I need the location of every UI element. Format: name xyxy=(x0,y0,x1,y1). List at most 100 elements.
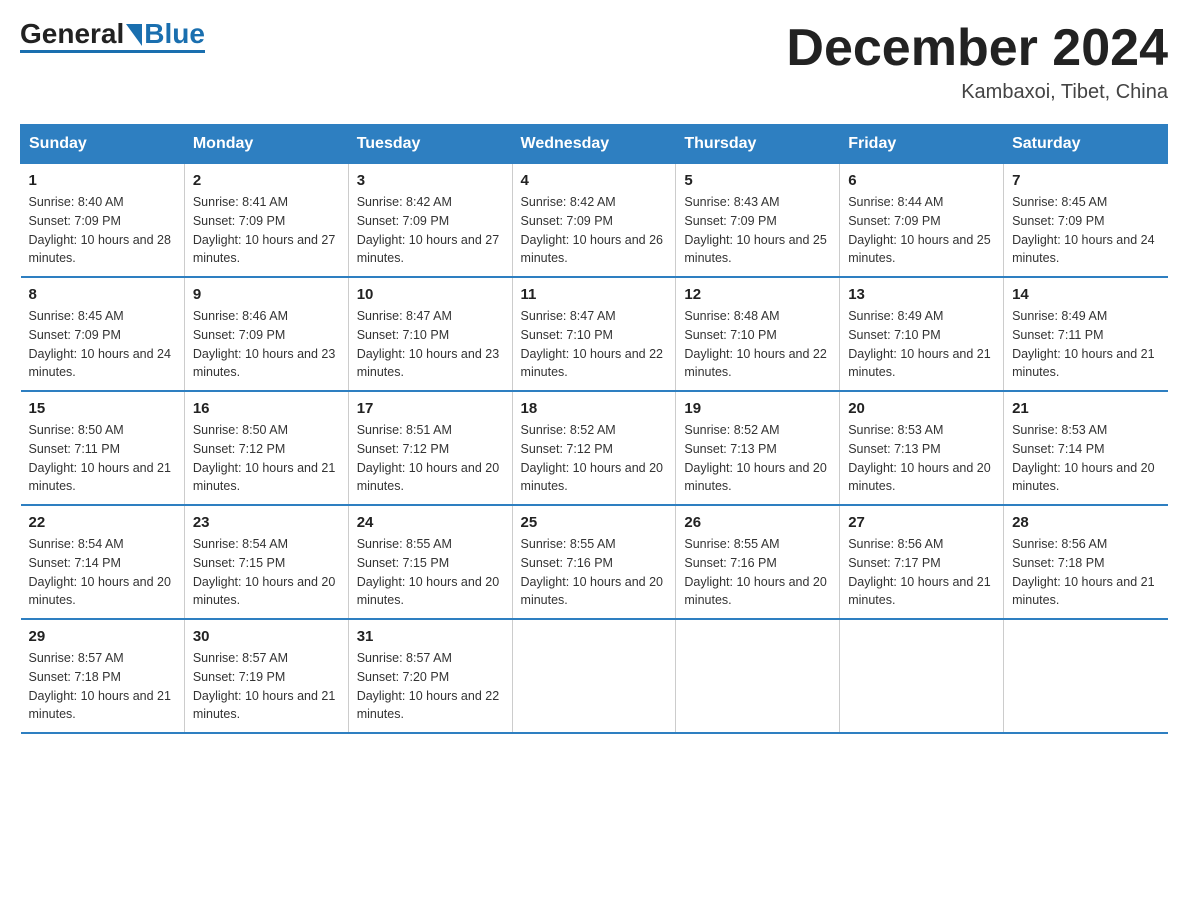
day-info: Sunrise: 8:50 AM Sunset: 7:12 PM Dayligh… xyxy=(193,421,340,496)
day-number: 24 xyxy=(357,514,504,531)
page-header: General Blue December 2024 Kambaxoi, Tib… xyxy=(20,20,1168,104)
day-info: Sunrise: 8:45 AM Sunset: 7:09 PM Dayligh… xyxy=(29,307,176,382)
day-number: 13 xyxy=(848,286,995,303)
day-number: 18 xyxy=(521,400,668,417)
calendar-cell: 21 Sunrise: 8:53 AM Sunset: 7:14 PM Dayl… xyxy=(1004,391,1168,505)
calendar-cell: 28 Sunrise: 8:56 AM Sunset: 7:18 PM Dayl… xyxy=(1004,505,1168,619)
day-number: 15 xyxy=(29,400,176,417)
calendar-cell: 26 Sunrise: 8:55 AM Sunset: 7:16 PM Dayl… xyxy=(676,505,840,619)
calendar-cell: 11 Sunrise: 8:47 AM Sunset: 7:10 PM Dayl… xyxy=(512,277,676,391)
day-number: 29 xyxy=(29,628,176,645)
day-number: 6 xyxy=(848,172,995,189)
day-info: Sunrise: 8:55 AM Sunset: 7:16 PM Dayligh… xyxy=(684,535,831,610)
logo-blue-text: Blue xyxy=(144,20,205,48)
day-info: Sunrise: 8:55 AM Sunset: 7:15 PM Dayligh… xyxy=(357,535,504,610)
day-number: 1 xyxy=(29,172,176,189)
logo: General Blue xyxy=(20,20,205,53)
calendar-cell: 24 Sunrise: 8:55 AM Sunset: 7:15 PM Dayl… xyxy=(348,505,512,619)
calendar-header: Sunday Monday Tuesday Wednesday Thursday… xyxy=(21,125,1168,164)
calendar-cell: 14 Sunrise: 8:49 AM Sunset: 7:11 PM Dayl… xyxy=(1004,277,1168,391)
header-sunday: Sunday xyxy=(21,125,185,164)
calendar-cell: 22 Sunrise: 8:54 AM Sunset: 7:14 PM Dayl… xyxy=(21,505,185,619)
calendar-table: Sunday Monday Tuesday Wednesday Thursday… xyxy=(20,124,1168,734)
calendar-cell: 2 Sunrise: 8:41 AM Sunset: 7:09 PM Dayli… xyxy=(184,164,348,278)
day-info: Sunrise: 8:48 AM Sunset: 7:10 PM Dayligh… xyxy=(684,307,831,382)
day-info: Sunrise: 8:45 AM Sunset: 7:09 PM Dayligh… xyxy=(1012,193,1159,268)
day-number: 12 xyxy=(684,286,831,303)
day-info: Sunrise: 8:44 AM Sunset: 7:09 PM Dayligh… xyxy=(848,193,995,268)
calendar-cell: 3 Sunrise: 8:42 AM Sunset: 7:09 PM Dayli… xyxy=(348,164,512,278)
day-info: Sunrise: 8:53 AM Sunset: 7:13 PM Dayligh… xyxy=(848,421,995,496)
location-text: Kambaxoi, Tibet, China xyxy=(786,81,1168,104)
calendar-cell: 13 Sunrise: 8:49 AM Sunset: 7:10 PM Dayl… xyxy=(840,277,1004,391)
calendar-cell: 25 Sunrise: 8:55 AM Sunset: 7:16 PM Dayl… xyxy=(512,505,676,619)
calendar-cell xyxy=(840,619,1004,733)
logo-general-text: General xyxy=(20,20,124,48)
calendar-cell xyxy=(512,619,676,733)
day-info: Sunrise: 8:42 AM Sunset: 7:09 PM Dayligh… xyxy=(357,193,504,268)
day-number: 5 xyxy=(684,172,831,189)
calendar-cell: 12 Sunrise: 8:48 AM Sunset: 7:10 PM Dayl… xyxy=(676,277,840,391)
calendar-week-4: 22 Sunrise: 8:54 AM Sunset: 7:14 PM Dayl… xyxy=(21,505,1168,619)
day-number: 17 xyxy=(357,400,504,417)
calendar-cell xyxy=(1004,619,1168,733)
day-number: 7 xyxy=(1012,172,1159,189)
day-number: 2 xyxy=(193,172,340,189)
day-number: 23 xyxy=(193,514,340,531)
logo-triangle-icon xyxy=(126,24,142,46)
calendar-cell: 9 Sunrise: 8:46 AM Sunset: 7:09 PM Dayli… xyxy=(184,277,348,391)
header-monday: Monday xyxy=(184,125,348,164)
day-number: 28 xyxy=(1012,514,1159,531)
calendar-cell: 18 Sunrise: 8:52 AM Sunset: 7:12 PM Dayl… xyxy=(512,391,676,505)
calendar-cell: 6 Sunrise: 8:44 AM Sunset: 7:09 PM Dayli… xyxy=(840,164,1004,278)
day-number: 14 xyxy=(1012,286,1159,303)
day-number: 20 xyxy=(848,400,995,417)
day-info: Sunrise: 8:54 AM Sunset: 7:14 PM Dayligh… xyxy=(29,535,176,610)
day-number: 30 xyxy=(193,628,340,645)
day-number: 31 xyxy=(357,628,504,645)
day-info: Sunrise: 8:40 AM Sunset: 7:09 PM Dayligh… xyxy=(29,193,176,268)
day-number: 4 xyxy=(521,172,668,189)
day-info: Sunrise: 8:50 AM Sunset: 7:11 PM Dayligh… xyxy=(29,421,176,496)
day-info: Sunrise: 8:49 AM Sunset: 7:11 PM Dayligh… xyxy=(1012,307,1159,382)
day-number: 16 xyxy=(193,400,340,417)
title-section: December 2024 Kambaxoi, Tibet, China xyxy=(786,20,1168,104)
day-info: Sunrise: 8:56 AM Sunset: 7:18 PM Dayligh… xyxy=(1012,535,1159,610)
calendar-week-5: 29 Sunrise: 8:57 AM Sunset: 7:18 PM Dayl… xyxy=(21,619,1168,733)
day-number: 19 xyxy=(684,400,831,417)
calendar-cell: 19 Sunrise: 8:52 AM Sunset: 7:13 PM Dayl… xyxy=(676,391,840,505)
header-wednesday: Wednesday xyxy=(512,125,676,164)
header-saturday: Saturday xyxy=(1004,125,1168,164)
day-number: 27 xyxy=(848,514,995,531)
header-thursday: Thursday xyxy=(676,125,840,164)
calendar-week-1: 1 Sunrise: 8:40 AM Sunset: 7:09 PM Dayli… xyxy=(21,164,1168,278)
day-info: Sunrise: 8:57 AM Sunset: 7:19 PM Dayligh… xyxy=(193,649,340,724)
calendar-week-3: 15 Sunrise: 8:50 AM Sunset: 7:11 PM Dayl… xyxy=(21,391,1168,505)
weekday-header-row: Sunday Monday Tuesday Wednesday Thursday… xyxy=(21,125,1168,164)
day-number: 21 xyxy=(1012,400,1159,417)
day-info: Sunrise: 8:57 AM Sunset: 7:20 PM Dayligh… xyxy=(357,649,504,724)
calendar-cell: 16 Sunrise: 8:50 AM Sunset: 7:12 PM Dayl… xyxy=(184,391,348,505)
day-info: Sunrise: 8:52 AM Sunset: 7:12 PM Dayligh… xyxy=(521,421,668,496)
calendar-cell: 10 Sunrise: 8:47 AM Sunset: 7:10 PM Dayl… xyxy=(348,277,512,391)
day-number: 9 xyxy=(193,286,340,303)
day-info: Sunrise: 8:52 AM Sunset: 7:13 PM Dayligh… xyxy=(684,421,831,496)
day-info: Sunrise: 8:54 AM Sunset: 7:15 PM Dayligh… xyxy=(193,535,340,610)
day-info: Sunrise: 8:55 AM Sunset: 7:16 PM Dayligh… xyxy=(521,535,668,610)
logo-underline xyxy=(20,50,205,53)
calendar-cell: 15 Sunrise: 8:50 AM Sunset: 7:11 PM Dayl… xyxy=(21,391,185,505)
day-number: 8 xyxy=(29,286,176,303)
calendar-cell: 1 Sunrise: 8:40 AM Sunset: 7:09 PM Dayli… xyxy=(21,164,185,278)
calendar-cell: 4 Sunrise: 8:42 AM Sunset: 7:09 PM Dayli… xyxy=(512,164,676,278)
calendar-cell: 5 Sunrise: 8:43 AM Sunset: 7:09 PM Dayli… xyxy=(676,164,840,278)
calendar-cell xyxy=(676,619,840,733)
calendar-cell: 23 Sunrise: 8:54 AM Sunset: 7:15 PM Dayl… xyxy=(184,505,348,619)
calendar-cell: 7 Sunrise: 8:45 AM Sunset: 7:09 PM Dayli… xyxy=(1004,164,1168,278)
day-info: Sunrise: 8:51 AM Sunset: 7:12 PM Dayligh… xyxy=(357,421,504,496)
day-info: Sunrise: 8:57 AM Sunset: 7:18 PM Dayligh… xyxy=(29,649,176,724)
day-info: Sunrise: 8:47 AM Sunset: 7:10 PM Dayligh… xyxy=(357,307,504,382)
calendar-cell: 20 Sunrise: 8:53 AM Sunset: 7:13 PM Dayl… xyxy=(840,391,1004,505)
calendar-cell: 29 Sunrise: 8:57 AM Sunset: 7:18 PM Dayl… xyxy=(21,619,185,733)
day-info: Sunrise: 8:53 AM Sunset: 7:14 PM Dayligh… xyxy=(1012,421,1159,496)
calendar-body: 1 Sunrise: 8:40 AM Sunset: 7:09 PM Dayli… xyxy=(21,164,1168,734)
